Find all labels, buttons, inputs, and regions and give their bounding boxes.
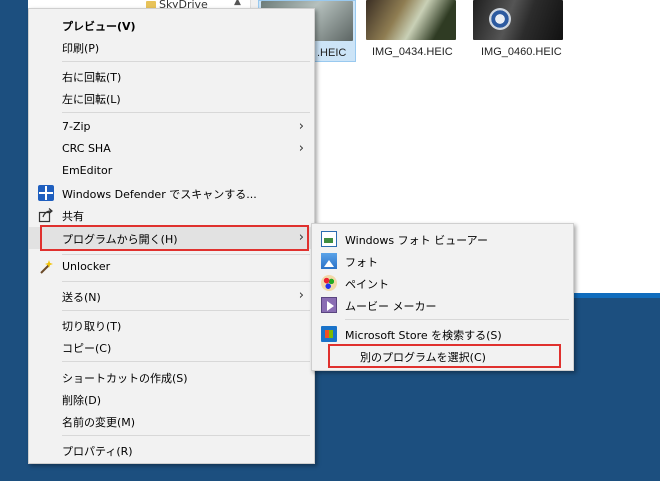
menu-item-create-shortcut[interactable]: ショートカットの作成(S)	[29, 366, 314, 388]
movie-maker-icon	[321, 297, 337, 313]
share-icon	[38, 207, 54, 223]
photo-viewer-icon	[321, 231, 337, 247]
menu-item-cut[interactable]: 切り取り(T)	[29, 314, 314, 336]
submenu-item-movie-maker[interactable]: ムービー メーカー	[312, 294, 573, 316]
menu-item-rotate-right[interactable]: 右に回転(T)	[29, 65, 314, 87]
chevron-right-icon: ›	[298, 288, 304, 303]
file-name: IMG_0434.HEIC	[372, 46, 453, 58]
chevron-up-icon[interactable]: ▲	[234, 0, 241, 7]
submenu-item-store-search[interactable]: Microsoft Store を検索する(S)	[312, 323, 573, 345]
chevron-right-icon: ›	[298, 141, 304, 156]
menu-separator	[62, 254, 310, 255]
menu-item-delete[interactable]: 削除(D)	[29, 388, 314, 410]
menu-item-defender-scan[interactable]: Windows Defender でスキャンする...	[29, 182, 314, 204]
menu-item-rotate-left[interactable]: 左に回転(L)	[29, 87, 314, 109]
menu-item-print[interactable]: 印刷(P)	[29, 36, 314, 58]
highlight-annotation	[328, 344, 561, 368]
menu-separator	[345, 319, 569, 320]
magic-wand-icon	[38, 259, 54, 275]
desktop-left-edge	[0, 0, 28, 481]
menu-item-crc-sha[interactable]: CRC SHA ›	[29, 138, 314, 160]
menu-separator	[62, 361, 310, 362]
menu-separator	[62, 112, 310, 113]
file-thumbnail[interactable]: IMG_0434.HEIC	[366, 0, 456, 62]
menu-separator	[62, 61, 310, 62]
paint-palette-icon	[321, 275, 337, 291]
car-emblem-image	[489, 8, 511, 30]
submenu-item-photos[interactable]: フォト	[312, 250, 573, 272]
menu-item-rename[interactable]: 名前の変更(M)	[29, 410, 314, 432]
menu-item-unlocker[interactable]: Unlocker	[29, 256, 314, 278]
menu-item-properties[interactable]: プロパティ(R)	[29, 439, 314, 461]
menu-item-preview[interactable]: プレビュー(V)	[29, 14, 314, 36]
file-name: IMG_0460.HEIC	[481, 46, 562, 58]
menu-item-7zip[interactable]: 7-Zip ›	[29, 116, 314, 138]
file-thumbnail[interactable]: IMG_0460.HEIC	[473, 0, 565, 62]
submenu-item-photo-viewer[interactable]: Windows フォト ビューアー	[312, 228, 573, 250]
menu-item-emeditor[interactable]: EmEditor	[29, 160, 314, 182]
menu-item-copy[interactable]: コピー(C)	[29, 336, 314, 358]
context-menu: プレビュー(V) 印刷(P) 右に回転(T) 左に回転(L) 7-Zip › C…	[28, 8, 315, 464]
open-with-submenu: Windows フォト ビューアー フォト ペイント ムービー メーカー Mic…	[311, 223, 574, 371]
submenu-item-paint[interactable]: ペイント	[312, 272, 573, 294]
highlight-annotation	[40, 225, 309, 251]
menu-item-share[interactable]: 共有	[29, 204, 314, 226]
image-preview	[366, 0, 456, 40]
photos-app-icon	[321, 253, 337, 269]
file-name: .HEIC	[317, 47, 347, 59]
menu-separator	[62, 310, 310, 311]
windows-defender-icon	[38, 185, 54, 201]
microsoft-store-icon	[321, 326, 337, 342]
menu-separator	[62, 435, 310, 436]
menu-separator	[62, 281, 310, 282]
menu-item-send-to[interactable]: 送る(N) ›	[29, 285, 314, 307]
chevron-right-icon: ›	[298, 119, 304, 134]
image-preview	[473, 0, 563, 40]
